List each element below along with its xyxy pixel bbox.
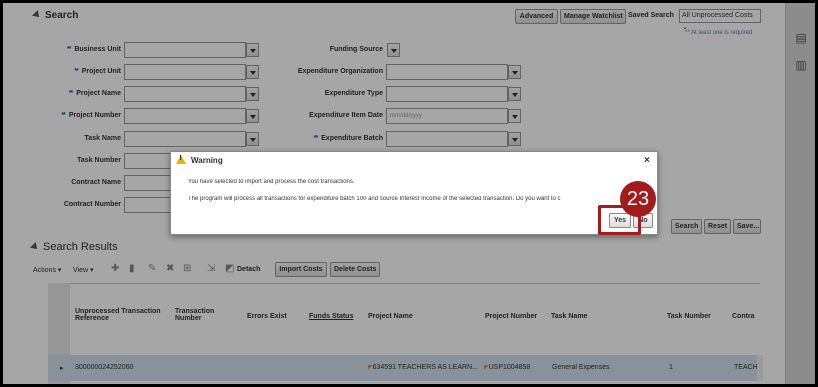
dialog-message-1: You have selected to import and process … <box>188 179 355 185</box>
warning-dialog: Warning × You have selected to import an… <box>170 151 658 235</box>
dialog-message-2: The program will process all transaction… <box>188 196 561 202</box>
close-icon[interactable]: × <box>644 155 650 166</box>
step-number-badge: 23 <box>620 181 656 217</box>
dialog-title: Warning <box>191 156 223 165</box>
warning-icon <box>176 155 186 164</box>
